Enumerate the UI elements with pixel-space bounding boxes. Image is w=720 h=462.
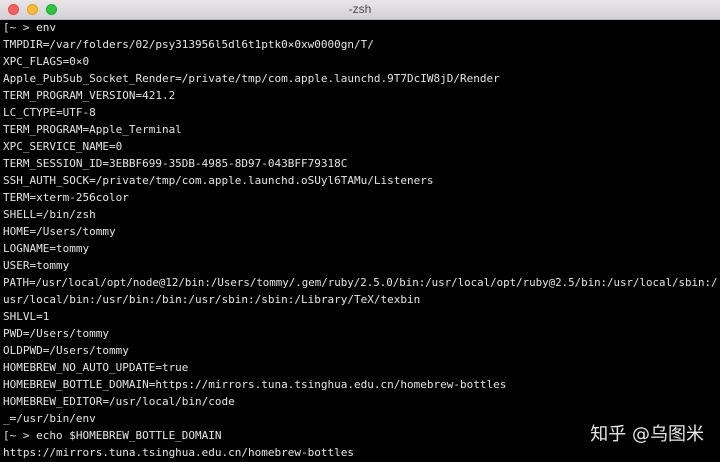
terminal-line: PWD=/Users/tommy: [3, 327, 109, 340]
terminal-line: XPC_SERVICE_NAME=0: [3, 140, 123, 153]
terminal-line: XPC_FLAGS=0×0: [3, 55, 90, 68]
terminal-line: HOMEBREW_BOTTLE_DOMAIN=https://mirrors.t…: [3, 378, 507, 391]
terminal-line: usr/local/bin:/usr/bin:/bin:/usr/sbin:/s…: [3, 293, 421, 306]
window-title: -zsh: [348, 2, 372, 16]
terminal-line: TERM_PROGRAM=Apple_Terminal: [3, 123, 182, 136]
terminal-line: TERM=xterm-256color: [3, 191, 129, 204]
terminal-line: OLDPWD=/Users/tommy: [3, 344, 129, 357]
watermark-text: 知乎 @乌图米: [590, 424, 704, 445]
terminal-line: PATH=/usr/local/opt/node@12/bin:/Users/t…: [3, 276, 718, 289]
terminal-window: -zsh [~ > env TMPDIR=/var/folders/02/psy…: [0, 0, 720, 462]
terminal-line: _=/usr/bin/env: [3, 412, 96, 425]
terminal-line: TMPDIR=/var/folders/02/psy313956l5dl6t1p…: [3, 38, 374, 51]
title-bar[interactable]: -zsh: [0, 0, 720, 20]
terminal-line: HOMEBREW_EDITOR=/usr/local/bin/code: [3, 395, 235, 408]
terminal-line: SHELL=/bin/zsh: [3, 208, 96, 221]
terminal-line: [~ > env: [3, 21, 56, 34]
terminal-line: HOMEBREW_NO_AUTO_UPDATE=true: [3, 361, 189, 374]
terminal-line: [~ > echo $HOMEBREW_BOTTLE_DOMAIN: [3, 429, 222, 442]
terminal-line: TERM_SESSION_ID=3EBBF699-35DB-4985-8D97-…: [3, 157, 348, 170]
terminal-line: LC_CTYPE=UTF-8: [3, 106, 96, 119]
terminal-line: USER=tommy: [3, 259, 70, 272]
terminal-line: Apple_PubSub_Socket_Render=/private/tmp/…: [3, 72, 500, 85]
terminal-line: SHLVL=1: [3, 310, 50, 323]
terminal-line: TERM_PROGRAM_VERSION=421.2: [3, 89, 176, 102]
terminal-line: https://mirrors.tuna.tsinghua.edu.cn/hom…: [3, 446, 354, 459]
terminal-output[interactable]: [~ > env TMPDIR=/var/folders/02/psy31395…: [0, 19, 720, 462]
terminal-line: SSH_AUTH_SOCK=/private/tmp/com.apple.lau…: [3, 174, 434, 187]
terminal-line: LOGNAME=tommy: [3, 242, 90, 255]
terminal-line: HOME=/Users/tommy: [3, 225, 116, 238]
